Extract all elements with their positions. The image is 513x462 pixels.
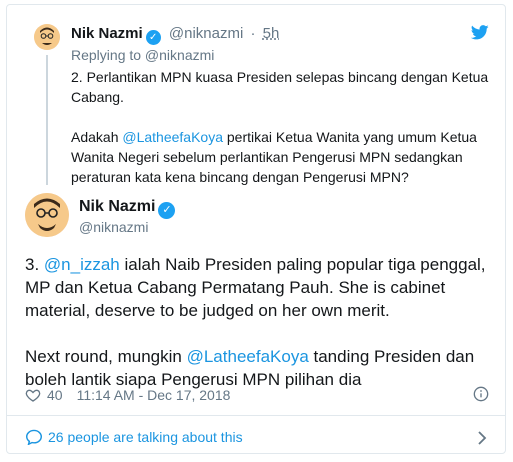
tweet-timestamp[interactable]: 11:14 AM - Dec 17, 2018 [77, 387, 231, 403]
tweet-paragraph: Next round, mungkin @LatheefaKoya tandin… [25, 345, 495, 391]
parent-tweet-header: Nik Nazmi ✓ @niknazmi · 5h [71, 25, 279, 45]
conversation-label[interactable]: 26 people are talking about this [48, 429, 243, 445]
avatar[interactable] [34, 24, 60, 50]
tweet-time[interactable]: 5h [263, 25, 280, 42]
parent-tweet-text: 2. Perlantikan MPN kuasa Presiden selepa… [71, 67, 491, 187]
avatar[interactable] [25, 193, 69, 237]
heart-icon[interactable] [25, 387, 41, 403]
conversation-link[interactable]: 26 people are talking about this [25, 425, 243, 449]
chevron-right-icon[interactable] [477, 431, 487, 445]
verified-icon: ✓ [145, 30, 161, 45]
author-name[interactable]: Nik Nazmi [71, 25, 143, 42]
text-fragment: Next round, mungkin [25, 347, 187, 366]
thread-connector [46, 55, 48, 185]
divider [7, 415, 505, 416]
text-fragment: Adakah [71, 129, 123, 145]
tweet-paragraph: 3. @n_izzah ialah Naib Presiden paling p… [25, 253, 495, 322]
like-count[interactable]: 40 [47, 387, 63, 403]
author-name[interactable]: Nik Nazmi [79, 198, 155, 215]
speech-bubble-icon [25, 429, 43, 445]
verified-icon: ✓ [158, 202, 176, 219]
author-handle[interactable]: @niknazmi [79, 219, 148, 235]
parent-tweet[interactable]: Nik Nazmi ✓ @niknazmi · 5h Replying to @n… [7, 5, 505, 187]
tweet-meta: 40 11:14 AM - Dec 17, 2018 [25, 387, 230, 403]
mention-link[interactable]: @n_izzah [44, 255, 120, 274]
info-icon[interactable] [473, 386, 489, 402]
text-fragment: 3. [25, 255, 44, 274]
replying-to[interactable]: Replying to @niknazmi [71, 47, 214, 63]
twitter-bird-icon[interactable] [471, 25, 489, 40]
mention-link[interactable]: @LatheefaKoya [122, 129, 223, 145]
author-handle[interactable]: @niknazmi [169, 25, 243, 42]
main-tweet-text: 3. @n_izzah ialah Naib Presiden paling p… [25, 253, 495, 391]
embedded-tweet-card: Nik Nazmi ✓ @niknazmi · 5h Replying to @n… [6, 4, 506, 454]
tweet-paragraph: 2. Perlantikan MPN kuasa Presiden selepa… [71, 69, 489, 105]
separator: · [250, 25, 256, 42]
mention-link[interactable]: @LatheefaKoya [187, 347, 309, 366]
author-name-row[interactable]: Nik Nazmi ✓ [79, 198, 176, 219]
tweet-paragraph: Adakah @LatheefaKoya pertikai Ketua Wani… [71, 127, 491, 187]
